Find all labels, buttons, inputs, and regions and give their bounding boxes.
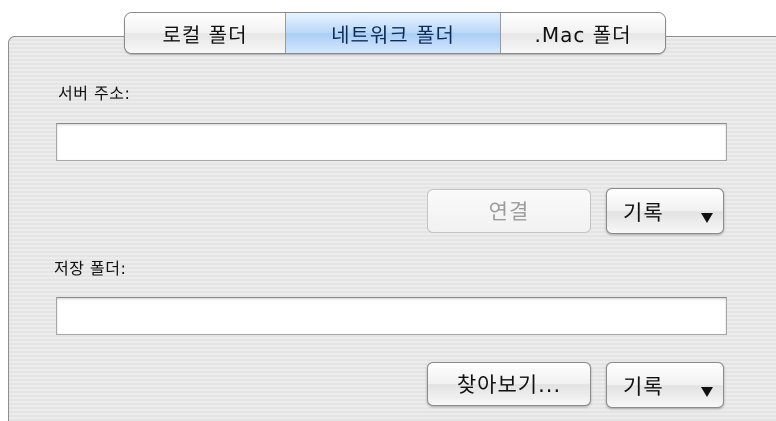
save-folder-field-frame [56, 297, 727, 335]
save-folder-label: 저장 폴더: [54, 259, 127, 278]
tab-bar: 로컬 폴더 네트워크 폴더 .Mac 폴더 [124, 12, 666, 54]
server-address-input[interactable] [57, 124, 726, 160]
server-address-label: 서버 주소: [58, 84, 131, 103]
tab-network-folder[interactable]: 네트워크 폴더 [285, 13, 500, 53]
save-history-popup[interactable]: 기록 [606, 362, 724, 408]
tab-mac-folder[interactable]: .Mac 폴더 [500, 13, 665, 53]
triangle-down-icon [701, 387, 713, 397]
triangle-down-icon [701, 213, 713, 223]
connect-button-label: 연결 [488, 200, 530, 224]
save-folder-input[interactable] [57, 298, 726, 334]
server-history-label: 기록 [623, 201, 664, 225]
browse-button[interactable]: 찾아보기... [427, 362, 591, 406]
save-history-label: 기록 [623, 375, 664, 399]
browse-button-label: 찾아보기... [456, 373, 562, 397]
tab-local-folder[interactable]: 로컬 폴더 [125, 13, 285, 53]
server-address-field-frame [56, 123, 727, 161]
connect-button[interactable]: 연결 [427, 189, 591, 233]
server-history-popup[interactable]: 기록 [606, 188, 724, 234]
